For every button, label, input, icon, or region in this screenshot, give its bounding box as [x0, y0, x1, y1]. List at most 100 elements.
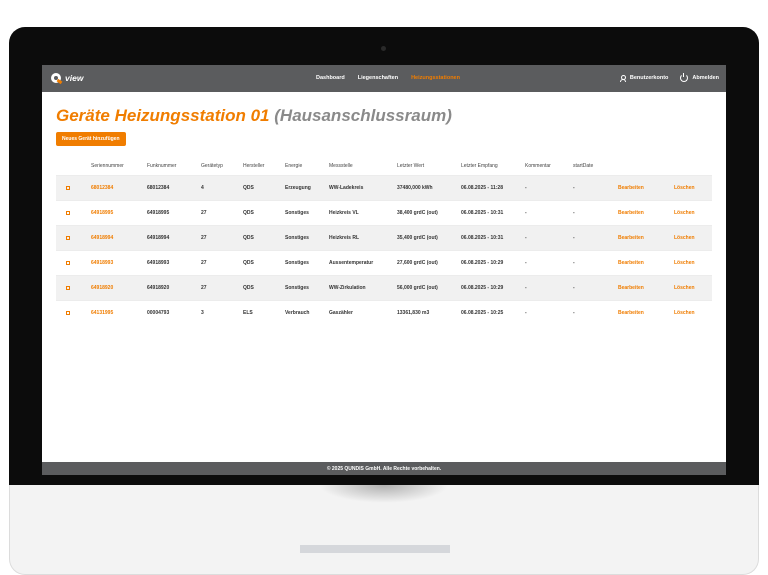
header-letzter-wert[interactable]: Letzter Wert — [397, 163, 424, 169]
cell-geraetetyp: 4 — [201, 185, 204, 191]
cell-messstelle: Aussentemperatur — [329, 260, 374, 266]
delete-button[interactable]: Löschen — [674, 260, 695, 266]
cell-funknummer: 68012384 — [147, 185, 170, 191]
cell-hersteller: QDS — [243, 235, 254, 241]
logo-text: view — [65, 73, 84, 83]
cell-startdate: - — [573, 285, 575, 291]
cell-letzter-wert: 35,400 grdC (out) — [397, 235, 438, 241]
nav-link-heizungsstationen[interactable]: Heizungsstationen — [411, 75, 460, 81]
checkbox-icon[interactable] — [66, 261, 70, 265]
cell-hersteller: QDS — [243, 210, 254, 216]
header-energie[interactable]: Energie — [285, 163, 302, 169]
cell-hersteller: QDS — [243, 185, 254, 191]
cell-energie: Erzeugung — [285, 185, 311, 191]
cell-kommentar: - — [525, 285, 527, 291]
cell-letzter-wert: 13361,830 m3 — [397, 310, 430, 316]
cell-geraetetyp: 3 — [201, 310, 204, 316]
page-title-main: Geräte Heizungsstation 01 — [56, 106, 270, 125]
page-title: Geräte Heizungsstation 01 (Hausanschluss… — [56, 106, 452, 126]
logo[interactable]: view — [51, 71, 83, 85]
cell-letzter-empfang: 06.08.2025 - 10:31 — [461, 235, 504, 241]
header-hersteller[interactable]: Hersteller — [243, 163, 264, 169]
cell-hersteller: QDS — [243, 285, 254, 291]
edit-button[interactable]: Bearbeiten — [618, 285, 644, 291]
cell-energie: Verbrauch — [285, 310, 310, 316]
user-nav: Benutzerkonto Abmelden — [619, 73, 719, 82]
delete-button[interactable]: Löschen — [674, 285, 695, 291]
edit-button[interactable]: Bearbeiten — [618, 185, 644, 191]
delete-button[interactable]: Löschen — [674, 185, 695, 191]
delete-button[interactable]: Löschen — [674, 235, 695, 241]
top-navbar: view Dashboard Liegenschaften Heizungsst… — [42, 65, 726, 92]
cell-seriennummer[interactable]: 68012384 — [91, 185, 113, 191]
cell-kommentar: - — [525, 235, 527, 241]
edit-button[interactable]: Bearbeiten — [618, 310, 644, 316]
cell-letzter-wert: 38,400 grdC (out) — [397, 210, 438, 216]
cell-messstelle: Heizkreis VL — [329, 210, 359, 216]
power-icon — [680, 73, 689, 82]
cell-energie: Sonstiges — [285, 235, 309, 241]
cell-seriennummer[interactable]: 64918994 — [91, 235, 113, 241]
cell-funknummer: 00004793 — [147, 310, 170, 316]
cell-letzter-empfang: 06.08.2025 - 11:28 — [461, 185, 503, 191]
cell-energie: Sonstiges — [285, 210, 309, 216]
cell-geraetetyp: 27 — [201, 285, 207, 291]
checkbox-icon[interactable] — [66, 311, 70, 315]
logout-link[interactable]: Abmelden — [680, 73, 719, 82]
delete-button[interactable]: Löschen — [674, 210, 695, 216]
table-body: 68012384 68012384 4 QDS Erzeugung WW-Ladekrei… — [56, 175, 712, 325]
page-title-sub: (Hausanschlussraum) — [274, 106, 452, 125]
cell-startdate: - — [573, 210, 575, 216]
header-seriennummer[interactable]: Seriennummer — [91, 163, 124, 169]
header-kommentar[interactable]: Kommentar — [525, 163, 551, 169]
add-device-button[interactable]: Neues Gerät hinzufügen — [56, 132, 126, 146]
cell-hersteller: QDS — [243, 260, 254, 266]
header-messstelle[interactable]: Messstelle — [329, 163, 353, 169]
stand-shadow — [319, 485, 449, 503]
cell-letzter-wert: 37480,000 kWh — [397, 185, 433, 191]
monitor-stand — [300, 545, 450, 553]
cell-energie: Sonstiges — [285, 260, 309, 266]
main-nav: Dashboard Liegenschaften Heizungsstation… — [316, 75, 460, 81]
cell-messstelle: WW-Zirkulation — [329, 285, 366, 291]
cell-startdate: - — [573, 260, 575, 266]
header-geraetetyp[interactable]: Gerätetyp — [201, 163, 223, 169]
cell-seriennummer[interactable]: 64918920 — [91, 285, 113, 291]
header-letzter-empfang[interactable]: Letzter Empfang — [461, 163, 498, 169]
cell-seriennummer[interactable]: 64918995 — [91, 210, 113, 216]
cell-kommentar: - — [525, 310, 527, 316]
table-row: 64918920 64918920 27 QDS Sonstiges WW-Zirkula… — [56, 275, 712, 300]
cell-kommentar: - — [525, 260, 527, 266]
checkbox-icon[interactable] — [66, 186, 70, 190]
header-funknummer[interactable]: Funknummer — [147, 163, 176, 169]
checkbox-icon[interactable] — [66, 286, 70, 290]
cell-kommentar: - — [525, 210, 527, 216]
nav-link-liegenschaften[interactable]: Liegenschaften — [358, 75, 398, 81]
checkbox-icon[interactable] — [66, 236, 70, 240]
edit-button[interactable]: Bearbeiten — [618, 260, 644, 266]
cell-messstelle: Gaszähler — [329, 310, 353, 316]
app-screen: view Dashboard Liegenschaften Heizungsst… — [42, 65, 726, 475]
cell-geraetetyp: 27 — [201, 260, 207, 266]
cell-letzter-empfang: 06.08.2025 - 10:29 — [461, 285, 504, 291]
delete-button[interactable]: Löschen — [674, 310, 695, 316]
camera-icon — [381, 46, 386, 51]
cell-messstelle: WW-Ladekreis — [329, 185, 364, 191]
edit-button[interactable]: Bearbeiten — [618, 235, 644, 241]
header-startdate[interactable]: startDate — [573, 163, 593, 169]
footer-text: © 2025 QUNDIS GmbH. Alle Rechte vorbehal… — [326, 465, 442, 472]
table-row: 64918994 64918994 27 QDS Sonstiges Heizkreis … — [56, 225, 712, 250]
cell-energie: Sonstiges — [285, 285, 309, 291]
user-icon — [619, 74, 627, 82]
nav-link-dashboard[interactable]: Dashboard — [316, 75, 345, 81]
table-header: Seriennummer Funknummer Gerätetyp Herste… — [56, 157, 712, 175]
cell-seriennummer[interactable]: 64131995 — [91, 310, 113, 316]
account-link[interactable]: Benutzerkonto — [619, 74, 668, 82]
checkbox-icon[interactable] — [66, 211, 70, 215]
cell-seriennummer[interactable]: 64918993 — [91, 260, 113, 266]
cell-letzter-empfang: 06.08.2025 - 10:31 — [461, 210, 504, 216]
cell-funknummer: 64918993 — [147, 260, 170, 266]
cell-letzter-empfang: 06.08.2025 - 10:29 — [461, 260, 504, 266]
edit-button[interactable]: Bearbeiten — [618, 210, 644, 216]
cell-geraetetyp: 27 — [201, 235, 207, 241]
